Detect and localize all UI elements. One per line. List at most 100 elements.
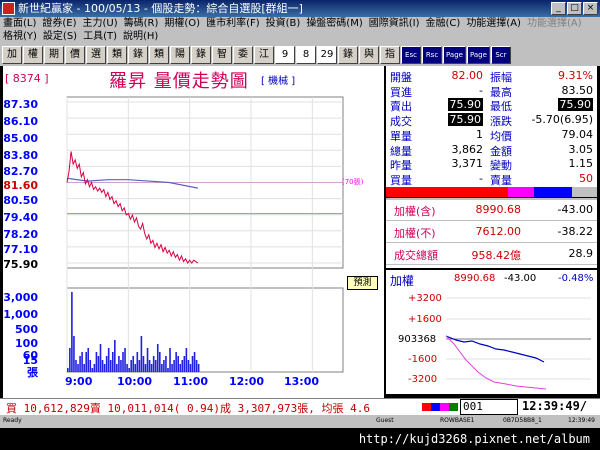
page-up-button[interactable]: Page — [443, 45, 466, 64]
screen-button[interactable]: Scr — [490, 45, 511, 64]
system-status-bar: Ready Guest ROWBASE1 0B7D58B8_1 12:39:49 — [0, 416, 600, 427]
predict-button[interactable]: 預測 — [347, 276, 378, 290]
time-tick-label: 10:00 — [117, 375, 153, 388]
tool-button-3[interactable]: 期 — [44, 45, 64, 64]
index-row: 成交總額 958.42億 28.9 — [386, 244, 597, 265]
tool-button-2[interactable]: 權 — [23, 45, 43, 64]
rsc-button[interactable]: Rsc — [422, 45, 442, 64]
maximize-button[interactable]: □ — [567, 2, 582, 15]
tool-button-13[interactable]: 江 — [254, 45, 274, 64]
bar-segment-red — [386, 187, 509, 197]
tool-button-8[interactable]: 類 — [149, 45, 169, 64]
volume-bar — [128, 368, 130, 372]
tool-button-15[interactable]: 8 — [296, 45, 316, 64]
menu-help[interactable]: 說明(H) — [120, 30, 161, 44]
tool-button-5[interactable]: 選 — [86, 45, 106, 64]
tool-button-18[interactable]: 與 — [359, 45, 379, 64]
volume-bar — [181, 360, 184, 372]
quote-label: 漲跌 — [490, 115, 512, 129]
volume-bar — [154, 360, 157, 372]
menu-function[interactable]: 功能選擇(A) — [463, 17, 524, 31]
volume-bar — [69, 348, 71, 372]
menu-screen[interactable]: 畫面(L) — [0, 17, 39, 31]
menu-major[interactable]: 主力(U) — [80, 17, 121, 31]
title-bar[interactable]: 新世紀贏家 - 100/05/13 - 個股走勢：綜合自選股[群組一] _ □ … — [0, 0, 600, 17]
volume-bar — [171, 364, 173, 372]
tool-button-19[interactable]: 指 — [380, 45, 400, 64]
quote-label: 買量 — [390, 173, 412, 187]
volume-bar — [177, 356, 179, 372]
minimize-button[interactable]: _ — [551, 2, 566, 15]
close-button[interactable]: × — [583, 2, 598, 15]
menu-finance[interactable]: 金融(C) — [423, 17, 464, 31]
volume-bar — [130, 360, 132, 372]
quote-label: 最低 — [490, 100, 512, 114]
index-label: 加權(含) — [394, 205, 436, 218]
market-mini-chart[interactable]: 加權 8990.68 -43.00 -0.48% +3200 +1600 903… — [386, 270, 597, 394]
volume-bar — [150, 364, 153, 372]
quote-value: - — [479, 83, 483, 97]
mini-ex-index-line — [445, 335, 547, 390]
tool-button-17[interactable]: 錄 — [338, 45, 358, 64]
volume-bar — [169, 348, 171, 372]
index-change: 28.9 — [568, 247, 594, 260]
bar-segment-grey — [571, 187, 597, 197]
index-row: 加權(含) 8990.68 -43.00 — [386, 200, 597, 221]
price-tick-label: 78.20 — [3, 228, 38, 241]
volume-bar — [140, 336, 143, 372]
index-change: -43.00 — [557, 203, 593, 216]
quote-label: 昨量 — [390, 159, 412, 173]
menu-options[interactable]: 期權(O) — [161, 17, 203, 31]
index-change: -38.22 — [557, 225, 593, 238]
menu-international[interactable]: 國際資訊(I) — [366, 17, 423, 31]
window-title: 新世紀贏家 - 100/05/13 - 個股走勢：綜合自選股[群組一] — [18, 2, 303, 15]
page-count-input[interactable]: 001 — [460, 399, 518, 415]
menu-securities[interactable]: 證券(E) — [39, 17, 79, 31]
esc-button[interactable]: Esc — [401, 45, 421, 64]
volume-bar — [75, 360, 77, 372]
price-tick-label: 82.70 — [3, 165, 38, 178]
tool-button-4[interactable]: 價 — [65, 45, 85, 64]
bid-ask-bar — [386, 187, 597, 197]
tool-button-9[interactable]: 陽 — [170, 45, 190, 64]
tool-button-6[interactable]: 類 — [107, 45, 127, 64]
menu-trade-code[interactable]: 操盤密碼(M) — [303, 17, 365, 31]
clock: 12:39:49/ — [522, 399, 588, 413]
volume-tick-label: 500 — [15, 323, 38, 336]
window-controls: _ □ × — [551, 2, 598, 15]
menu-invest[interactable]: 投資(B) — [263, 17, 304, 31]
volume-bar — [97, 356, 100, 372]
volume-bar — [67, 368, 69, 372]
mini-tick: +3200 — [408, 293, 442, 304]
watermark-url: http://kujd3268.pixnet.net/album — [0, 428, 600, 450]
menu-chips[interactable]: 籌碼(R) — [121, 17, 162, 31]
app-icon — [2, 2, 15, 15]
index-value: 7612.00 — [475, 225, 522, 238]
bar-segment-magenta — [508, 187, 534, 197]
prev-close-tag: (70張) — [342, 178, 364, 186]
tool-button-10[interactable]: 錄 — [191, 45, 211, 64]
index-row: 加權(不) 7612.00 -38.22 — [386, 222, 597, 243]
quote-value: 75.90 — [557, 98, 593, 112]
page-down-button[interactable]: Page — [466, 45, 490, 64]
tool-button-11[interactable]: 智 — [212, 45, 232, 64]
menu-view[interactable]: 格視(Y) — [0, 30, 40, 44]
menu-settings[interactable]: 設定(S) — [40, 30, 80, 44]
tool-button-14[interactable]: 9 — [275, 45, 295, 64]
tool-button-16[interactable]: 29 — [317, 45, 337, 64]
price-tick-label: 87.30 — [3, 98, 38, 111]
volume-bar — [122, 352, 124, 372]
price-volume-chart[interactable]: [ 8374 ] 羅昇 量價走勢圖 [ 機械 ] 87.30 86.10 85.… — [3, 66, 384, 398]
menu-tools[interactable]: 工具(T) — [80, 30, 120, 44]
user-text: Guest — [376, 417, 394, 424]
volume-bar — [161, 364, 163, 372]
volume-bar — [118, 356, 120, 372]
tool-button-7[interactable]: 錄 — [128, 45, 148, 64]
tool-button-1[interactable]: 加 — [2, 45, 22, 64]
price-tick-label: 80.50 — [3, 194, 38, 207]
tool-button-12[interactable]: 委 — [233, 45, 253, 64]
menu-forex[interactable]: 匯市利率(F) — [203, 17, 263, 31]
volume-bar — [156, 344, 159, 372]
mini-tick: 903368 — [398, 334, 437, 345]
quote-value: 3,371 — [451, 157, 484, 171]
